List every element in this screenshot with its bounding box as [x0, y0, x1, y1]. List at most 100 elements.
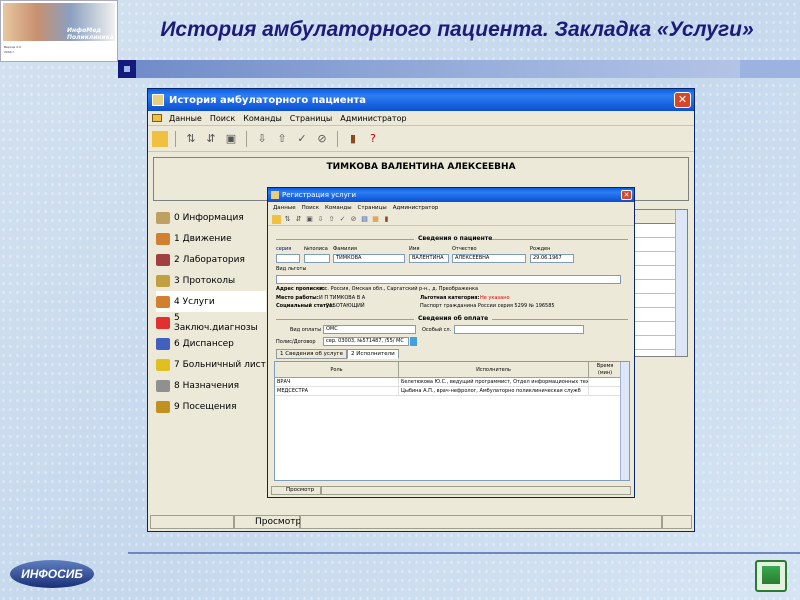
- dialog-titlebar[interactable]: Регистрация услуги: [268, 188, 634, 202]
- status-bar: Просмотр: [150, 515, 692, 529]
- patronymic-label: Отчество: [452, 246, 477, 252]
- window-title: История амбулаторного пациента: [169, 94, 367, 106]
- row-performer: Цыбина А.П., врач-нефролог, Амбулаторно …: [399, 387, 589, 395]
- dialog-menu-pages[interactable]: Страницы: [355, 205, 390, 211]
- policy-lookup-icon[interactable]: [410, 337, 417, 346]
- home-icon[interactable]: [755, 560, 787, 592]
- tab-information[interactable]: 0 Информация: [156, 207, 266, 228]
- filter-icon[interactable]: ⇵: [203, 131, 219, 147]
- cancel-icon[interactable]: ⊘: [349, 215, 358, 224]
- company-logo: ИНФОСИБ: [10, 560, 94, 588]
- name-field[interactable]: ВАЛЕНТИНА: [409, 254, 449, 263]
- arrow-down-icon[interactable]: ⇩: [316, 215, 325, 224]
- table-row[interactable]: МЕДСЕСТРА Цыбина А.П., врач-нефролог, Ам…: [275, 387, 629, 396]
- info-icon: [156, 211, 170, 224]
- born-field[interactable]: 29.06.1967: [530, 254, 574, 263]
- filter-icon[interactable]: ⇵: [294, 215, 303, 224]
- row-role: МЕДСЕСТРА: [275, 387, 399, 395]
- table-scrollbar[interactable]: [620, 362, 629, 480]
- tab-services[interactable]: 4 Услуги: [156, 291, 266, 312]
- pay-type-select[interactable]: ОМС: [323, 325, 416, 334]
- dialog-menu-admin[interactable]: Администратор: [390, 205, 442, 211]
- tab-label: 0 Информация: [174, 212, 244, 223]
- logo-version: Версия 2.0: [4, 45, 21, 49]
- policy-contract-field[interactable]: сер. 03003, №571487, /55/ МС: [323, 337, 409, 346]
- performers-table[interactable]: Роль Исполнитель Время (мин) ВРАЧ Белетю…: [274, 361, 630, 481]
- app-icon: [152, 94, 164, 106]
- history-tabs: 0 Информация 1 Движение 2 Лаборатория 3 …: [156, 207, 266, 417]
- col-role: Роль: [275, 362, 399, 377]
- pay-type-label: Вид оплаты: [290, 327, 322, 333]
- tab-prescriptions[interactable]: 8 Назначения: [156, 375, 266, 396]
- menu-commands[interactable]: Команды: [239, 114, 286, 123]
- dispensary-icon: [156, 337, 170, 350]
- menu-search[interactable]: Поиск: [206, 114, 239, 123]
- row-performer: Белетюкова Ю.С., ведущий программист, От…: [401, 378, 589, 386]
- print-icon[interactable]: ▤: [360, 215, 369, 224]
- tab-label: 3 Протоколы: [174, 275, 236, 286]
- check-icon[interactable]: ✓: [338, 215, 347, 224]
- tab-service-info[interactable]: 1 Сведения об услуге: [276, 349, 347, 359]
- menu-admin[interactable]: Администратор: [336, 114, 410, 123]
- exit-icon[interactable]: [272, 214, 281, 224]
- tab-label: 4 Услуги: [174, 296, 215, 307]
- surname-field[interactable]: ТИМКОВА: [333, 254, 405, 263]
- footer-line: [128, 552, 800, 554]
- tab-laboratory[interactable]: 2 Лаборатория: [156, 249, 266, 270]
- table-row[interactable]: ВРАЧ Белетюкова Ю.С., ведущий программис…: [275, 378, 629, 387]
- policy-number-label: №полиса: [304, 246, 328, 252]
- series-field[interactable]: [276, 254, 300, 263]
- folder-icon[interactable]: ▦: [371, 215, 380, 224]
- arrow-up-icon[interactable]: ⇧: [274, 131, 290, 147]
- menu-pages[interactable]: Страницы: [286, 114, 336, 123]
- prescriptions-icon: [156, 379, 170, 392]
- protocols-icon: [156, 274, 170, 287]
- special-case-label: Особый сл.: [422, 327, 452, 333]
- dialog-menu-commands[interactable]: Команды: [322, 205, 355, 211]
- save-icon[interactable]: ▣: [223, 131, 239, 147]
- special-case-select[interactable]: [454, 325, 584, 334]
- surname-label: Фамилия: [333, 246, 357, 252]
- dialog-close-button[interactable]: ✕: [621, 190, 632, 200]
- tab-movement[interactable]: 1 Движение: [156, 228, 266, 249]
- sort-icon[interactable]: ⇅: [283, 215, 292, 224]
- close-button[interactable]: ✕: [674, 92, 691, 108]
- cancel-icon[interactable]: ⊘: [314, 131, 330, 147]
- dialog-menu-bar: Данные Поиск Команды Страницы Администра…: [268, 202, 634, 213]
- menu-data[interactable]: Данные: [165, 114, 206, 123]
- book-icon[interactable]: ▮: [382, 215, 391, 224]
- exit-icon[interactable]: [152, 130, 168, 147]
- benefit-select[interactable]: [276, 275, 621, 284]
- policy-number-field[interactable]: [304, 254, 330, 263]
- tab-label: 5 Заключ.диагнозы: [173, 312, 258, 333]
- check-icon[interactable]: ✓: [294, 131, 310, 147]
- tab-performers[interactable]: 2 Исполнители: [346, 349, 399, 359]
- name-label: Имя: [409, 246, 420, 252]
- dialog-menu-data[interactable]: Данные: [270, 205, 299, 211]
- arrow-down-icon[interactable]: ⇩: [254, 131, 270, 147]
- dialog-status-info: [321, 486, 631, 495]
- tab-visits[interactable]: 9 Посещения: [156, 396, 266, 417]
- tab-dispensary[interactable]: 6 Диспансер: [156, 333, 266, 354]
- help-icon[interactable]: ?: [365, 131, 381, 147]
- window-titlebar[interactable]: История амбулаторного пациента: [148, 89, 694, 111]
- save-icon[interactable]: ▣: [305, 215, 314, 224]
- book-icon[interactable]: ▮: [345, 131, 361, 147]
- status-info: [300, 515, 662, 529]
- grid-scrollbar[interactable]: [675, 210, 687, 356]
- tab-sick-leave[interactable]: 7 Больничный лист: [156, 354, 266, 375]
- dialog-tabs: 1 Сведения об услуге 2 Исполнители: [276, 349, 399, 359]
- payment-section-title: Сведения об оплате: [418, 315, 489, 322]
- passport-label: Паспорт гражданина России серия 5299 № 1…: [420, 303, 555, 309]
- tab-diagnoses[interactable]: 5 Заключ.диагнозы: [156, 312, 266, 333]
- social-value: РАБОТАЮЩИЙ: [326, 303, 365, 309]
- sort-icon[interactable]: ⇅: [183, 131, 199, 147]
- menu-bar: Данные Поиск Команды Страницы Администра…: [148, 111, 694, 126]
- col-time: Время (мин): [589, 362, 622, 377]
- patronymic-field[interactable]: АЛЕКСЕЕВНА: [452, 254, 526, 263]
- tab-protocols[interactable]: 3 Протоколы: [156, 270, 266, 291]
- menu-icon: [152, 114, 162, 122]
- dialog-menu-search[interactable]: Поиск: [299, 205, 322, 211]
- benefit-label: Вид льготы: [276, 266, 307, 272]
- arrow-up-icon[interactable]: ⇧: [327, 215, 336, 224]
